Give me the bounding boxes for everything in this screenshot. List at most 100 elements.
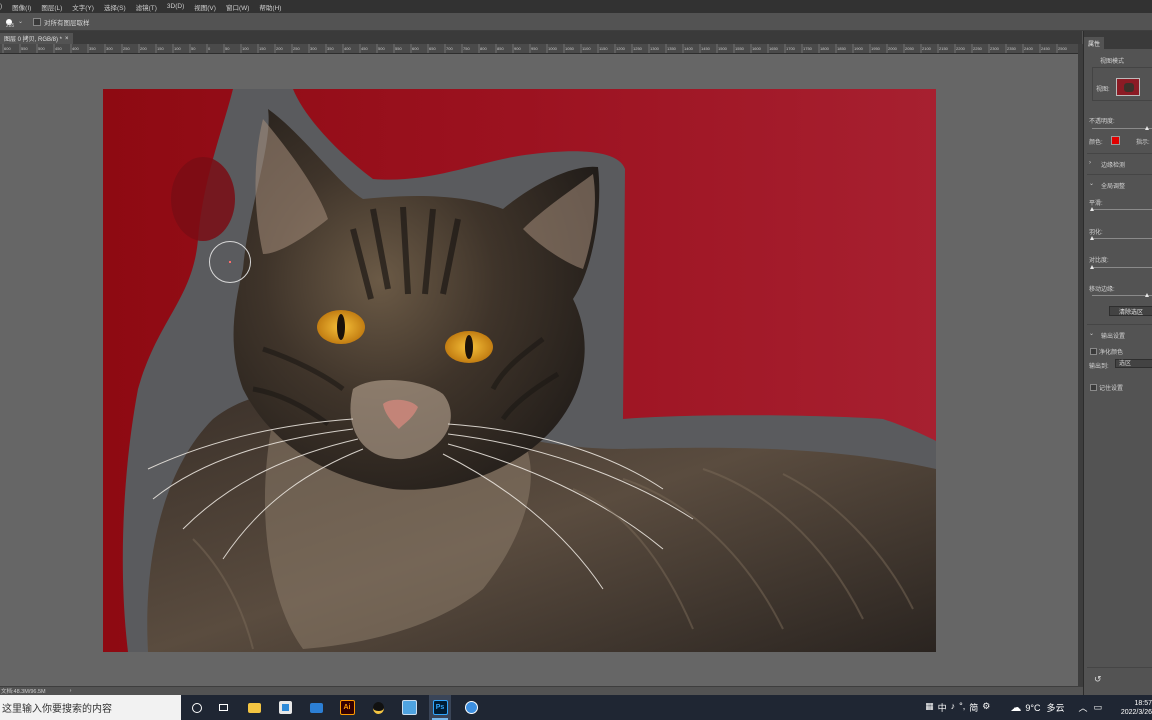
smooth-slider[interactable] [1092,209,1152,210]
view-thumbnail[interactable] [1116,78,1140,96]
sample-all-layers-checkbox[interactable] [33,17,42,26]
feather-slider[interactable] [1092,238,1152,239]
divider [1087,324,1152,325]
contrast-slider[interactable] [1092,267,1152,268]
overlay-color-swatch[interactable] [1111,136,1120,145]
weather-text[interactable]: 多云 [1046,701,1064,714]
shift-edge-slider-thumb[interactable] [1145,293,1149,297]
ime-simplified[interactable]: 简 [969,701,978,714]
remember-settings-checkbox[interactable] [1090,384,1097,391]
menu-item-image[interactable]: 图像(I) [12,2,31,12]
envelope-icon [309,702,323,713]
illustrator-logo-icon: Ai [339,700,355,715]
smooth-slider-thumb[interactable] [1090,207,1094,211]
ruler-tick-label: 1200 [616,46,626,51]
canvas-area[interactable] [0,54,1078,686]
ruler-tick-label: 100 [242,46,249,51]
menu-item-window[interactable]: 窗口(W) [226,2,249,12]
ime-moon[interactable]: ♪ [951,701,956,714]
status-menu-arrow[interactable]: › [70,688,72,694]
ruler-tick-label: 1700 [786,46,796,51]
ime-chinese[interactable]: 中 [938,701,947,714]
document-size: 文档:48.3M/96.5M [1,689,46,695]
task-view-icon[interactable] [212,695,234,720]
document-tab-title: 图层 0 拷贝, RGB/8) * [4,37,63,43]
folder-icon [247,702,261,713]
chevron-up-icon[interactable]: ︿ [1078,701,1087,714]
ime-grid-icon[interactable]: ▦ [925,701,934,714]
output-to-select[interactable]: 选区 [1115,359,1152,368]
shopping-bag-icon [278,701,292,714]
photo-viewer-icon[interactable] [398,695,420,720]
opacity-slider-thumb[interactable] [1145,126,1149,130]
menu-item-3d[interactable]: 3D(D) [167,3,184,10]
contrast-slider-thumb[interactable] [1090,265,1094,269]
menu-item-filter[interactable]: 滤镜(T) [136,2,157,12]
document-image[interactable] [103,89,936,652]
ruler-tick-label: 300 [310,46,317,51]
decontaminate-checkbox[interactable] [1090,348,1097,355]
sample-all-layers-label: 对所有图层取样 [44,19,90,27]
ruler-tick-label: 100 [174,46,181,51]
status-bar: 文档:48.3M/96.5M › [0,686,1083,695]
ruler-tick-label: 2050 [905,46,915,51]
ruler-tick-label: 0 [208,46,211,51]
tab-properties[interactable]: 属性 [1084,37,1105,49]
mail-icon[interactable] [305,695,327,720]
store-icon[interactable] [274,695,296,720]
options-bar: 285 ⌄ 对所有图层取样 [0,13,1152,31]
document-tab[interactable]: 图层 0 拷贝, RGB/8) * × [0,33,73,44]
ruler-tick-label: 300 [106,46,113,51]
ruler-tick-label: 900 [514,46,521,51]
chevron-down-icon[interactable]: ⌄ [18,18,23,25]
undo-icon[interactable]: ↺ [1094,674,1102,685]
cortana-icon[interactable] [186,695,208,720]
globe-icon [464,701,478,714]
chevron-down-icon[interactable]: ⌄ [1089,180,1094,187]
taskbar-search-box[interactable]: 这里输入你要搜索的内容 [0,695,181,720]
ruler-tick-label: 2250 [973,46,983,51]
cortana-circle-icon [192,702,202,713]
feather-slider-thumb[interactable] [1090,236,1094,240]
menu-item-select[interactable]: 选择(S) [104,2,126,12]
menu-item-partial[interactable]: ) [0,3,2,10]
chevron-down-icon[interactable]: ⌄ [1089,330,1094,337]
ruler-tick-label: 2350 [1007,46,1017,51]
ruler-tick-label: 750 [463,46,470,51]
file-explorer-icon[interactable] [243,695,265,720]
clear-selection-button[interactable]: 清除选区 [1109,306,1152,316]
menu-item-layer[interactable]: 图层(L) [41,2,62,12]
opacity-slider[interactable] [1092,128,1152,129]
ime-settings-icon[interactable]: ⚙ [982,701,990,714]
ruler-tick-label: 2200 [956,46,966,51]
edge-detect-header[interactable]: 边缘检测 [1101,160,1125,169]
clock[interactable]: 18:57 2022/3/26 [1116,699,1152,717]
network-icon[interactable]: ▭ [1093,702,1102,713]
browser-icon[interactable] [460,695,482,720]
illustrator-label: Ai [343,704,351,711]
photoshop-label: Ps [435,704,445,711]
ruler-tick-label: 350 [327,46,334,51]
ruler-tick-label: 1100 [582,46,591,51]
photoshop-icon[interactable]: Ps [429,695,451,720]
temperature[interactable]: 9°C [1025,703,1040,713]
ruler-tick-label: 850 [497,46,504,51]
menu-item-help[interactable]: 帮助(H) [259,2,281,12]
chevron-right-icon[interactable]: › [1089,160,1091,166]
menu-bar: ) 图像(I) 图层(L) 文字(Y) 选择(S) 滤镜(T) 3D(D) 视图… [0,0,1152,13]
menu-item-type[interactable]: 文字(Y) [72,2,94,12]
remember-settings-label: 记住设置 [1099,386,1124,392]
close-icon[interactable]: × [65,36,69,42]
ruler-tick-label: 550 [395,46,402,51]
illustrator-icon[interactable]: Ai [336,695,358,720]
output-settings-header[interactable]: 输出设置 [1101,331,1125,340]
ime-punct[interactable]: °, [959,701,965,714]
ruler-tick-label: 2500 [1058,46,1068,51]
clock-time: 18:57 [1134,699,1152,707]
qq-icon[interactable] [367,695,389,720]
global-adjust-header[interactable]: 全局调整 [1101,181,1125,190]
menu-item-view[interactable]: 视图(V) [194,2,216,12]
cloud-icon[interactable]: ☁ [1010,701,1021,714]
shift-edge-slider[interactable] [1092,295,1152,296]
ruler-tick-label: 1400 [684,46,694,51]
